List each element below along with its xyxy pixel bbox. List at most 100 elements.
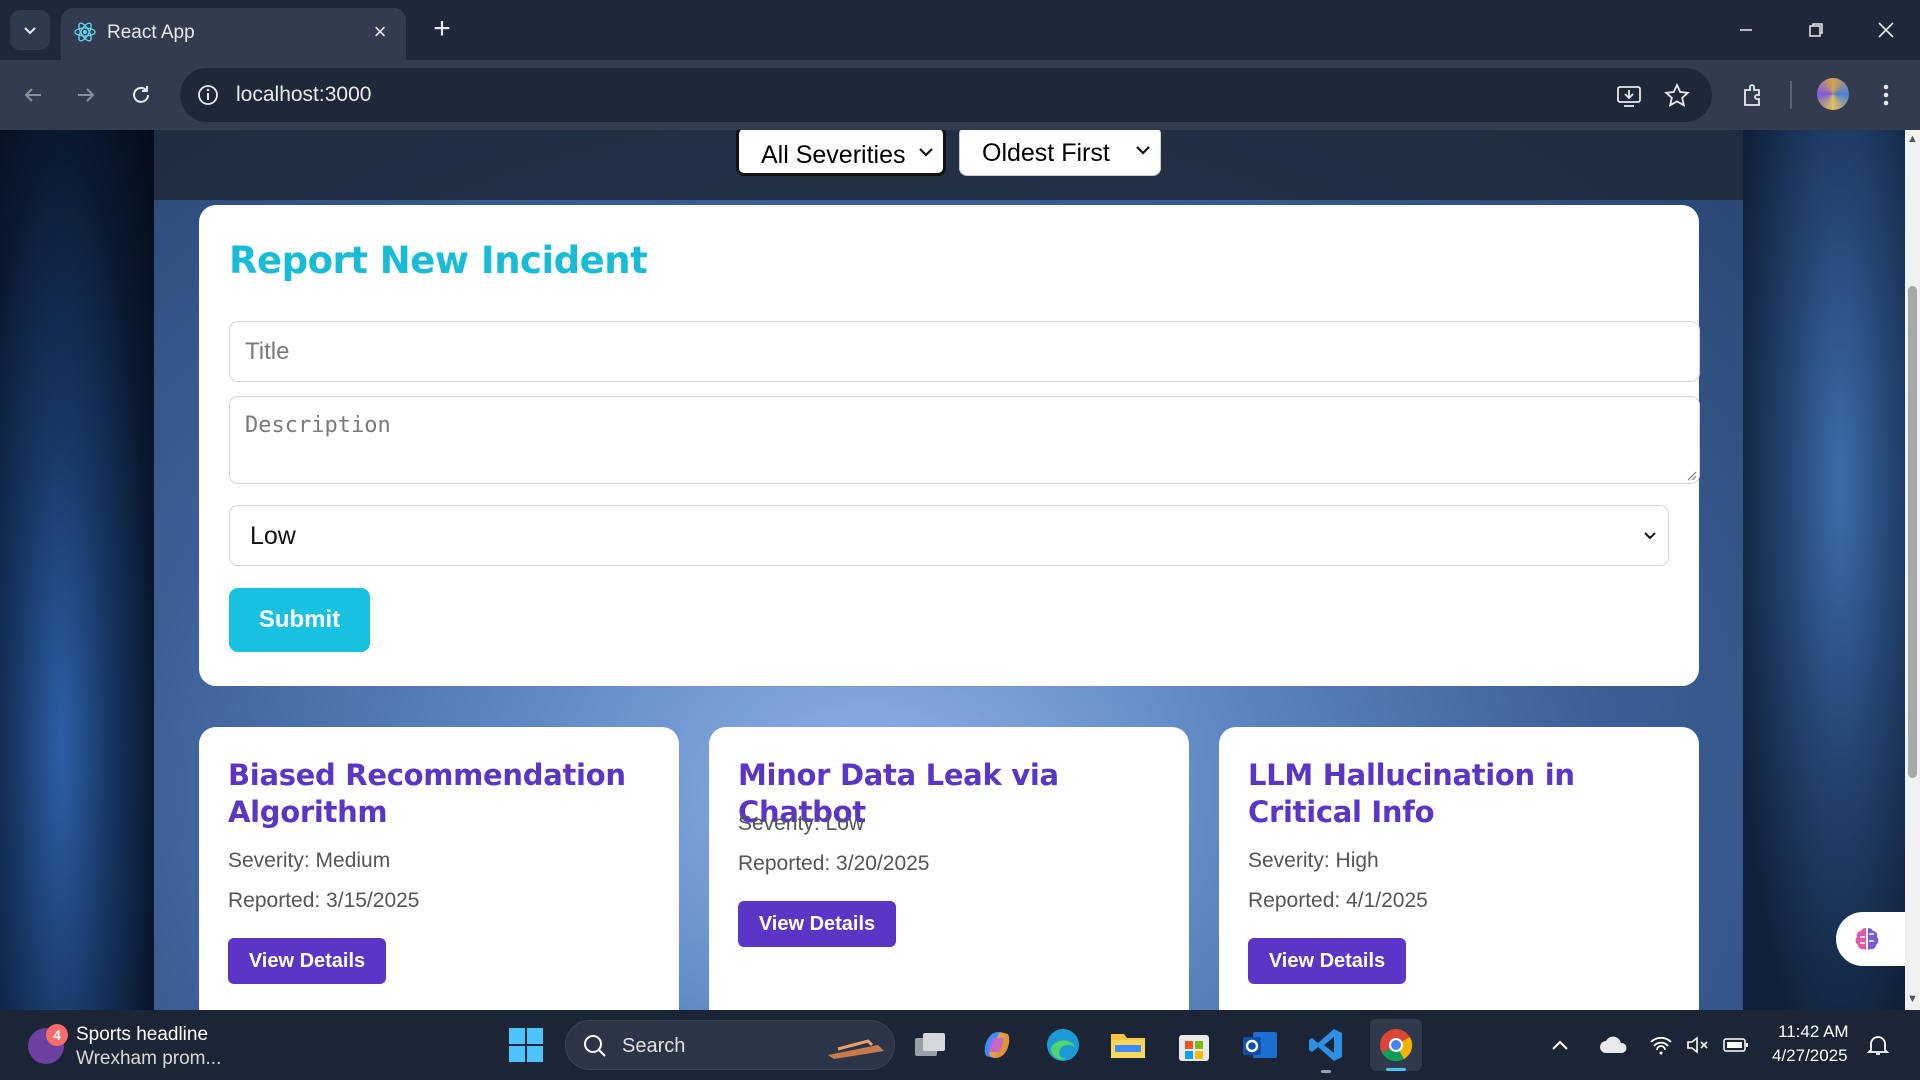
wifi-icon — [1650, 1036, 1672, 1055]
tab-close-icon[interactable]: × — [368, 20, 392, 44]
battery-icon — [1723, 1038, 1748, 1052]
taskbar-search[interactable]: Search — [565, 1020, 895, 1070]
scroll-up-arrow[interactable]: ▲ — [1905, 132, 1920, 146]
vscode-button[interactable] — [1305, 1024, 1347, 1073]
background-image-left — [0, 130, 154, 1010]
news-badge: 4 — [46, 1024, 68, 1046]
severity-select-value: Low — [250, 522, 296, 550]
title-placeholder: Title — [245, 338, 290, 365]
file-explorer-button[interactable] — [1107, 1024, 1149, 1066]
notifications-button[interactable] — [1862, 1024, 1894, 1066]
minimize-button[interactable] — [1712, 0, 1780, 60]
page-viewport: All Severities Oldest First Report New I… — [0, 130, 1920, 1010]
site-info-icon[interactable] — [194, 81, 222, 109]
start-button[interactable] — [505, 1024, 547, 1066]
battery-status[interactable] — [1720, 1024, 1752, 1066]
view-details-button[interactable]: View Details — [738, 901, 896, 947]
incident-card: LLM Hallucination in Critical Info Sever… — [1219, 727, 1699, 1010]
assistant-floating-button[interactable] — [1836, 912, 1906, 966]
show-hidden-icons-button[interactable] — [1545, 1024, 1575, 1066]
chevron-down-icon — [919, 148, 933, 157]
outlook-button[interactable] — [1239, 1024, 1281, 1066]
search-icon — [584, 1035, 606, 1057]
chevron-down-icon — [1136, 146, 1150, 155]
edge-icon — [1047, 1029, 1079, 1061]
onedrive-button[interactable] — [1596, 1024, 1632, 1066]
install-app-button[interactable] — [1614, 81, 1644, 111]
cloud-icon — [1600, 1036, 1627, 1053]
description-placeholder: Description — [245, 413, 391, 438]
form-heading: Report New Incident — [229, 239, 648, 282]
clock-time[interactable]: 11:42 AM — [1778, 1022, 1849, 1042]
report-incident-form: Report New Incident Title Description Lo… — [199, 205, 1700, 686]
arrow-right-icon — [78, 88, 95, 102]
news-headline: Sports headline — [76, 1024, 209, 1045]
bell-icon — [1866, 1036, 1890, 1055]
copilot-icon — [984, 1032, 1010, 1058]
view-details-button[interactable]: View Details — [1248, 938, 1406, 984]
incident-card: Minor Data Leak via Chatbot Severity: Lo… — [709, 727, 1189, 1010]
reload-icon — [133, 86, 149, 103]
reload-button[interactable] — [120, 74, 162, 116]
arrow-left-icon — [24, 88, 41, 102]
more-vertical-icon — [1883, 84, 1889, 106]
scrollbar-thumb[interactable] — [1908, 286, 1917, 778]
restore-button[interactable] — [1782, 0, 1850, 60]
incident-reported-date: Reported: 4/1/2025 — [1248, 889, 1428, 912]
volume-status[interactable] — [1683, 1024, 1713, 1066]
restore-icon — [1809, 23, 1823, 37]
close-window-button[interactable] — [1852, 0, 1920, 60]
chevron-down-icon — [24, 27, 36, 35]
task-view-icon — [915, 1033, 945, 1056]
browser-tab[interactable]: React App × — [61, 8, 406, 60]
severity-select[interactable]: Low — [229, 505, 1669, 566]
running-indicator — [1321, 1070, 1331, 1073]
submit-button[interactable]: Submit — [229, 588, 370, 652]
incident-card: Biased Recommendation Algorithm Severity… — [199, 727, 679, 1010]
sort-order-select[interactable]: Oldest First — [959, 130, 1161, 176]
puzzle-icon — [1744, 84, 1760, 106]
profile-avatar[interactable] — [1817, 78, 1849, 110]
active-indicator — [1386, 1068, 1406, 1071]
wifi-status[interactable] — [1646, 1024, 1676, 1066]
store-icon — [1179, 1035, 1209, 1061]
tab-search-button[interactable] — [10, 10, 50, 50]
app-header-strip — [154, 130, 1743, 200]
edge-button[interactable] — [1042, 1024, 1084, 1066]
chrome-taskbar-button[interactable] — [1370, 1019, 1422, 1071]
incident-reported-date: Reported: 3/15/2025 — [228, 889, 420, 912]
clock-date[interactable]: 4/27/2025 — [1772, 1046, 1848, 1066]
close-icon — [1878, 22, 1894, 38]
extensions-button[interactable] — [1736, 77, 1772, 113]
chevron-up-icon — [1552, 1040, 1568, 1050]
microsoft-store-button[interactable] — [1173, 1024, 1215, 1066]
description-textarea[interactable]: Description — [229, 396, 1700, 484]
sort-order-value: Oldest First — [982, 139, 1110, 167]
minimize-icon — [1740, 29, 1752, 31]
new-tab-button[interactable]: + — [424, 12, 460, 48]
bookmark-button[interactable] — [1662, 81, 1692, 111]
title-input[interactable]: Title — [229, 321, 1700, 382]
browser-toolbar: localhost:3000 — [0, 60, 1920, 130]
severity-filter-select[interactable]: All Severities — [736, 130, 946, 176]
chevron-down-icon — [1644, 532, 1656, 540]
resize-handle-icon[interactable] — [1685, 469, 1697, 481]
browser-titlebar: React App × + — [0, 0, 1920, 60]
view-details-button[interactable]: View Details — [228, 938, 386, 984]
scroll-down-arrow[interactable]: ▼ — [1905, 992, 1920, 1006]
back-button[interactable] — [12, 74, 54, 116]
chrome-icon — [1380, 1029, 1413, 1062]
page-scrollbar[interactable]: ▲ ▼ — [1905, 130, 1920, 1010]
copilot-button[interactable] — [976, 1024, 1018, 1066]
search-highlight-icon — [828, 1039, 884, 1059]
url-text[interactable]: localhost:3000 — [236, 83, 371, 107]
windows-taskbar: 4 Sports headline Wrexham prom... Search — [0, 1010, 1920, 1080]
task-view-button[interactable] — [910, 1024, 952, 1066]
outlook-icon — [1243, 1032, 1277, 1058]
forward-button[interactable] — [65, 74, 107, 116]
brain-icon — [1855, 928, 1879, 950]
app-container: All Severities Oldest First Report New I… — [154, 130, 1743, 1010]
severity-filter-value: All Severities — [761, 141, 906, 169]
chrome-menu-button[interactable] — [1868, 77, 1904, 113]
address-bar[interactable]: localhost:3000 — [180, 68, 1712, 122]
